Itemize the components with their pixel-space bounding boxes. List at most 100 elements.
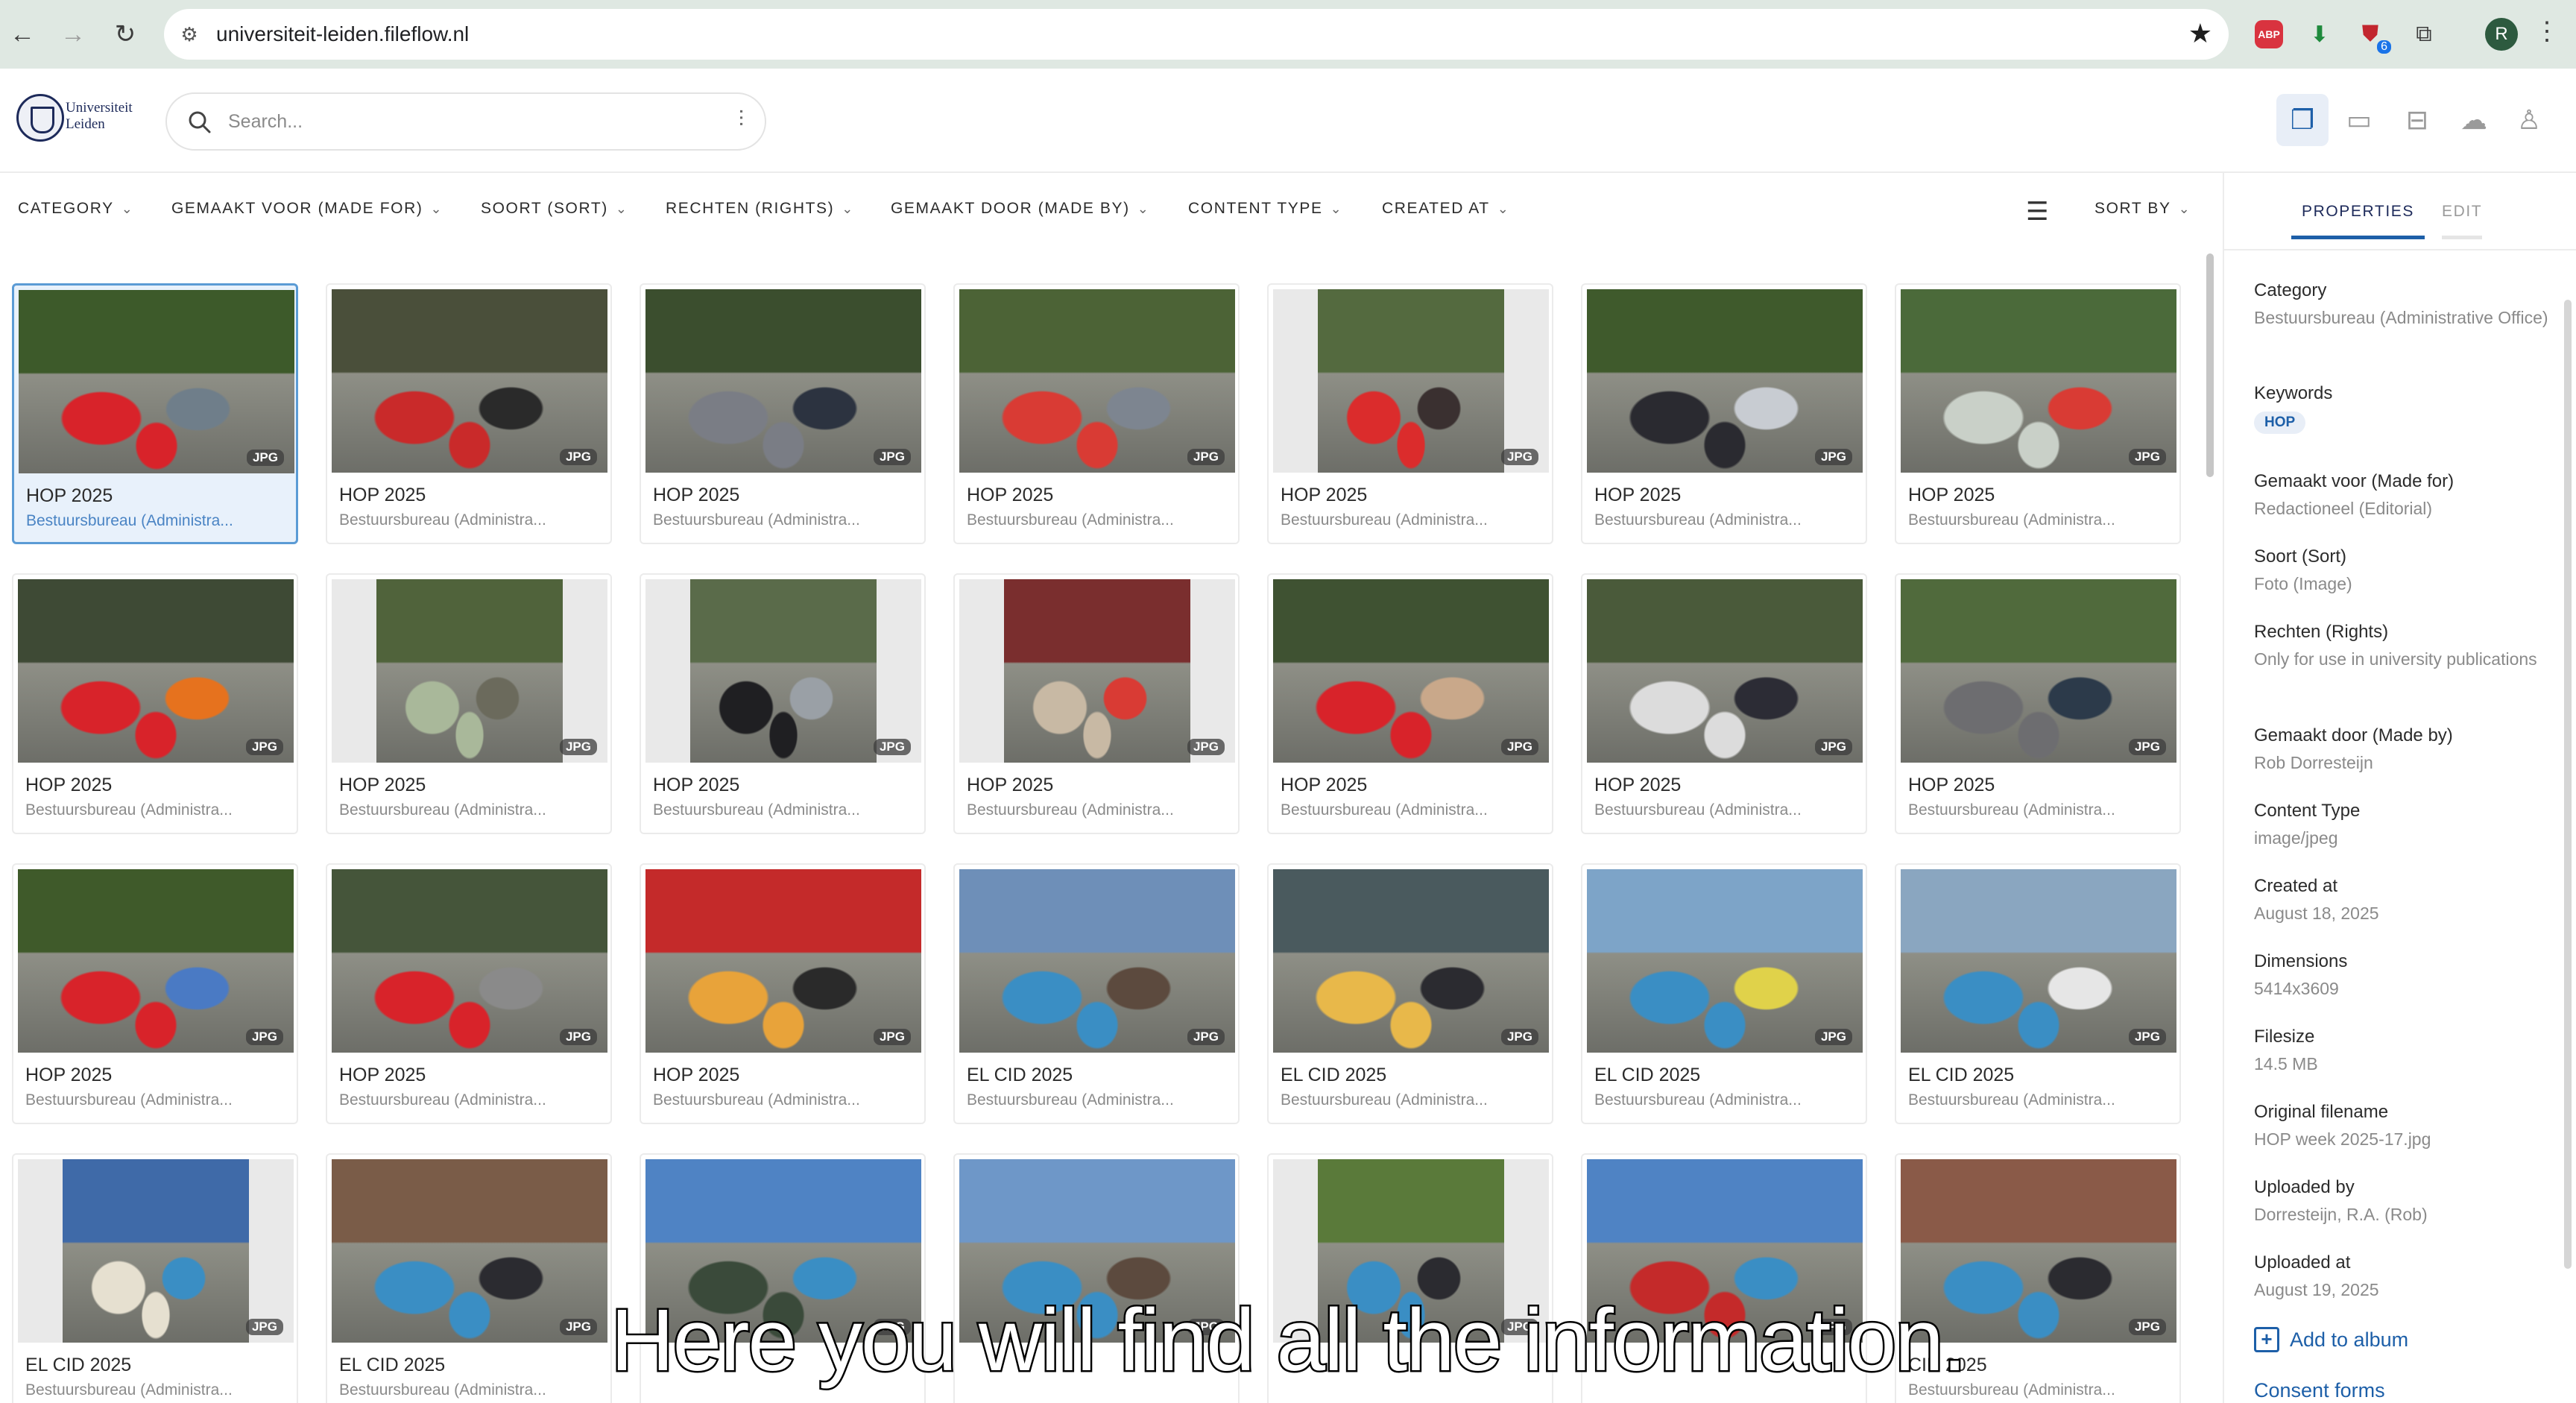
sort-by-dropdown[interactable]: SORT BY ⌄ xyxy=(2094,200,2191,218)
list-view-icon[interactable]: ☰ xyxy=(2026,197,2048,227)
asset-thumbnail[interactable]: JPG xyxy=(959,869,1235,1053)
asset-thumbnail[interactable]: JPG xyxy=(1273,579,1549,763)
asset-thumbnail[interactable]: JPG xyxy=(1587,289,1863,473)
asset-category: Bestuursbureau (Administra... xyxy=(25,1091,233,1109)
asset-thumbnail[interactable]: JPG xyxy=(19,290,294,473)
file-type-badge: JPG xyxy=(559,1029,597,1045)
asset-card[interactable]: JPG HOP 2025 Bestuursbureau (Administra... xyxy=(1895,573,2181,834)
asset-card[interactable]: JPG HOP 2025 Bestuursbureau (Administra... xyxy=(1267,283,1553,544)
asset-title: EL CID 2025 xyxy=(1281,1065,1387,1085)
user-icon[interactable]: ♙ xyxy=(2503,94,2555,146)
asset-card[interactable]: JPG EL CID 2025 Bestuursbureau (Administra… xyxy=(1267,863,1553,1124)
filter-made-for[interactable]: GEMAAKT VOOR (MADE FOR) ⌄ xyxy=(171,200,443,218)
asset-thumbnail[interactable]: JPG xyxy=(332,579,607,763)
asset-thumbnail[interactable]: JPG xyxy=(1587,869,1863,1053)
file-type-badge: JPG xyxy=(1500,449,1538,465)
asset-category: Bestuursbureau (Administra... xyxy=(1281,801,1488,819)
asset-category: Bestuursbureau (Administra... xyxy=(1594,511,1802,529)
back-arrow-icon[interactable]: ← xyxy=(4,16,40,52)
panel-scrollbar[interactable] xyxy=(2564,300,2572,1269)
reload-icon[interactable]: ↻ xyxy=(107,16,143,52)
browser-menu-icon[interactable]: ⋮ xyxy=(2534,16,2560,46)
filter-category[interactable]: CATEGORY ⌄ xyxy=(18,200,133,218)
asset-thumbnail[interactable]: JPG xyxy=(1901,289,2176,473)
asset-card[interactable]: JPG HOP 2025 Bestuursbureau (Administra... xyxy=(326,283,612,544)
asset-thumbnail[interactable]: JPG xyxy=(332,869,607,1053)
university-logo[interactable]: Universiteit Leiden xyxy=(16,94,143,148)
extensions-puzzle-icon[interactable]: ⧉ xyxy=(2406,16,2442,52)
asset-title: HOP 2025 xyxy=(1908,775,1995,795)
property-content-type: Content Type image/jpeg xyxy=(2254,801,2361,848)
filter-made-by[interactable]: GEMAAKT DOOR (MADE BY) ⌄ xyxy=(891,200,1149,218)
cloud-upload-icon[interactable]: ☁ xyxy=(2448,94,2500,146)
search-input[interactable]: Search... ⫶ xyxy=(165,92,766,151)
asset-category: Bestuursbureau (Administra... xyxy=(967,1091,1174,1109)
asset-thumbnail[interactable]: JPG xyxy=(18,869,294,1053)
asset-card[interactable]: JPG EL CID 2025 Bestuursbureau (Administra… xyxy=(953,863,1240,1124)
chevron-down-icon: ⌄ xyxy=(1330,201,1343,216)
asset-card[interactable]: JPG HOP 2025 Bestuursbureau (Administra... xyxy=(640,863,926,1124)
asset-card[interactable]: JPG EL CID 2025 Bestuursbureau (Administra… xyxy=(1581,863,1867,1124)
folder-icon[interactable]: ▭ xyxy=(2333,94,2385,146)
asset-card[interactable]: JPG HOP 2025 Bestuursbureau (Administra... xyxy=(326,863,612,1124)
filter-rights[interactable]: RECHTEN (RIGHTS) ⌄ xyxy=(666,200,854,218)
asset-card[interactable]: JPG HOP 2025 Bestuursbureau (Administra... xyxy=(1895,283,2181,544)
forward-arrow-icon[interactable]: → xyxy=(55,16,91,52)
download-extension-icon[interactable]: ⬇ xyxy=(2302,16,2337,52)
asset-card[interactable]: JPG HOP 2025 Bestuursbureau (Administra... xyxy=(12,863,298,1124)
asset-card[interactable]: JPG HOP 2025 Bestuursbureau (Administra... xyxy=(640,573,926,834)
file-type-badge: JPG xyxy=(1500,1029,1538,1045)
asset-card[interactable]: JPG HOP 2025 Bestuursbureau (Administra... xyxy=(953,283,1240,544)
asset-thumbnail[interactable]: JPG xyxy=(18,579,294,763)
asset-card[interactable]: JPG HOP 2025 Bestuursbureau (Administra... xyxy=(1581,283,1867,544)
address-bar[interactable]: ⚙ universiteit-leiden.fileflow.nl ★ xyxy=(164,9,2229,60)
photo-image xyxy=(1004,579,1190,763)
asset-card[interactable]: JPG EL CID 2025 Bestuursbureau (Administra… xyxy=(1895,863,2181,1124)
scrollbar-thumb[interactable] xyxy=(2206,253,2214,477)
asset-thumbnail[interactable]: JPG xyxy=(1901,579,2176,763)
asset-card[interactable]: JPG HOP 2025 Bestuursbureau (Administra... xyxy=(1267,573,1553,834)
photo-image xyxy=(18,579,294,763)
filter-created-at[interactable]: CREATED AT ⌄ xyxy=(1382,200,1509,218)
bookmark-star-icon[interactable]: ★ xyxy=(2188,18,2212,49)
asset-title: HOP 2025 xyxy=(653,485,740,505)
file-type-badge: JPG xyxy=(1814,1029,1852,1045)
asset-thumbnail[interactable]: JPG xyxy=(1587,579,1863,763)
asset-card[interactable]: JPG HOP 2025 Bestuursbureau (Administra... xyxy=(12,573,298,834)
asset-category: Bestuursbureau (Administra... xyxy=(26,512,233,529)
asset-thumbnail[interactable]: JPG xyxy=(332,289,607,473)
asset-thumbnail[interactable]: JPG xyxy=(645,869,921,1053)
keyword-chip[interactable]: HOP xyxy=(2254,412,2306,434)
asset-card[interactable]: JPG HOP 2025 Bestuursbureau (Administra... xyxy=(326,573,612,834)
file-type-badge: JPG xyxy=(1187,739,1225,755)
tab-properties[interactable]: PROPERTIES xyxy=(2291,203,2425,239)
asset-category: Bestuursbureau (Administra... xyxy=(653,1091,860,1109)
asset-thumbnail[interactable]: JPG xyxy=(645,289,921,473)
profile-avatar[interactable]: R xyxy=(2485,18,2518,51)
filter-sort[interactable]: SOORT (SORT) ⌄ xyxy=(481,200,628,218)
asset-card[interactable]: JPG HOP 2025 Bestuursbureau (Administra... xyxy=(12,283,298,544)
asset-title: HOP 2025 xyxy=(967,485,1054,505)
file-type-badge: JPG xyxy=(245,739,283,755)
tab-edit[interactable]: EDIT xyxy=(2442,203,2483,239)
files-icon[interactable]: ❐ xyxy=(2276,94,2329,146)
inbox-icon[interactable]: ⊟ xyxy=(2391,94,2443,146)
shield-extension-icon[interactable]: ⛊ 6 xyxy=(2352,16,2391,54)
asset-thumbnail[interactable]: JPG xyxy=(1901,869,2176,1053)
asset-thumbnail[interactable]: JPG xyxy=(645,579,921,763)
site-settings-icon[interactable]: ⚙ xyxy=(177,22,201,46)
asset-thumbnail[interactable]: JPG xyxy=(959,579,1235,763)
asset-card[interactable]: JPG HOP 2025 Bestuursbureau (Administra... xyxy=(1581,573,1867,834)
asset-thumbnail[interactable]: JPG xyxy=(1273,289,1549,473)
asset-thumbnail[interactable]: JPG xyxy=(1273,869,1549,1053)
asset-card[interactable]: JPG HOP 2025 Bestuursbureau (Administra... xyxy=(953,573,1240,834)
filter-content-type[interactable]: CONTENT TYPE ⌄ xyxy=(1188,200,1342,218)
grid-scrollbar[interactable] xyxy=(2205,250,2215,1403)
url-text[interactable]: universiteit-leiden.fileflow.nl xyxy=(216,9,469,60)
file-type-badge: JPG xyxy=(559,739,597,755)
asset-card[interactable]: JPG HOP 2025 Bestuursbureau (Administra... xyxy=(640,283,926,544)
file-type-badge: JPG xyxy=(559,449,597,465)
asset-thumbnail[interactable]: JPG xyxy=(959,289,1235,473)
search-filter-sliders-icon[interactable]: ⫶ xyxy=(739,107,745,133)
adblock-extension-icon[interactable]: ABP xyxy=(2251,16,2287,52)
